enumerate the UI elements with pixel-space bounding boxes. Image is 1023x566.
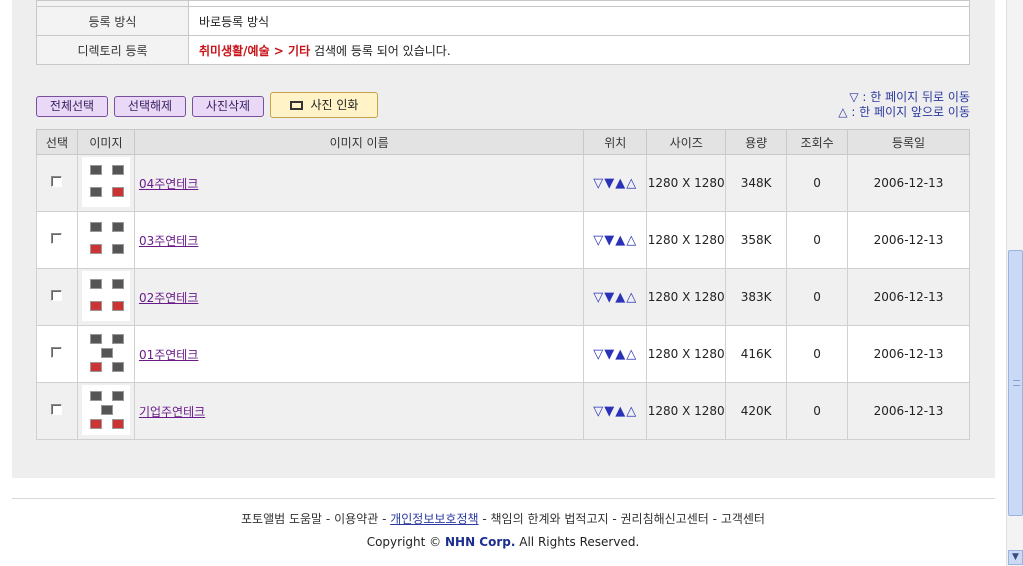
page-navigation-hint: ▽ : 한 페이지 뒤로 이동 △ : 한 페이지 앞으로 이동 — [838, 90, 970, 120]
film-icon — [289, 101, 303, 110]
footer-link-disclaimer[interactable]: 책임의 한계와 법적고지 — [491, 512, 609, 526]
photo-thumbnail[interactable] — [81, 270, 130, 321]
registration-info-table: 등록 방식 바로등록 방식 디렉토리 등록 취미생활/예술 > 기타 검색에 등… — [36, 0, 970, 65]
photo-views: 0 — [786, 268, 849, 326]
photo-views: 0 — [786, 154, 849, 212]
header-image-name: 이미지 이름 — [133, 129, 585, 155]
photo-size: 1280 X 1280 — [646, 382, 727, 440]
photo-thumbnail[interactable] — [81, 327, 130, 378]
photo-thumbnail[interactable] — [81, 156, 130, 207]
header-bytes: 용량 — [725, 129, 788, 155]
header-size: 사이즈 — [646, 129, 727, 155]
table-row: 03주연테크 ▽▼▲△ 1280 X 1280 358K 0 2006-12-1… — [36, 211, 970, 269]
table-row: 01주연테크 ▽▼▲△ 1280 X 1280 416K 0 2006-12-1… — [36, 325, 970, 383]
footer-link-help[interactable]: 포토앨범 도움말 — [241, 512, 322, 526]
row-checkbox[interactable] — [51, 233, 63, 244]
row-checkbox[interactable] — [51, 404, 63, 415]
header-select: 선택 — [36, 129, 78, 155]
footer-separator: - — [322, 512, 335, 526]
info-label-directory: 디렉토리 등록 — [36, 35, 189, 65]
info-value-registration-method: 바로등록 방식 — [188, 6, 970, 36]
footer-links: 포토앨범 도움말 - 이용약관 - 개인정보보호정책 - 책임의 한계와 법적고… — [0, 510, 1006, 527]
photo-bytes: 420K — [725, 382, 788, 440]
info-value-directory: 취미생활/예술 > 기타 검색에 등록 되어 있습니다. — [188, 35, 970, 65]
footer-separator: - — [708, 512, 721, 526]
photo-views: 0 — [786, 325, 849, 383]
table-row: 02주연테크 ▽▼▲△ 1280 X 1280 383K 0 2006-12-1… — [36, 268, 970, 326]
header-image: 이미지 — [76, 129, 135, 155]
vertical-scrollbar[interactable]: ▼ — [1006, 0, 1023, 566]
page: 등록 방식 바로등록 방식 디렉토리 등록 취미생활/예술 > 기타 검색에 등… — [0, 0, 1006, 566]
photo-bytes: 416K — [725, 325, 788, 383]
photo-name-link[interactable]: 03주연테크 — [139, 234, 198, 248]
photo-views: 0 — [786, 382, 849, 440]
hint-back: ▽ : 한 페이지 뒤로 이동 — [849, 90, 970, 104]
photo-name-link[interactable]: 04주연테크 — [139, 177, 198, 191]
photo-date: 2006-12-13 — [847, 211, 970, 269]
row-checkbox[interactable] — [51, 176, 63, 187]
photo-date: 2006-12-13 — [847, 325, 970, 383]
photo-bytes: 383K — [725, 268, 788, 326]
photo-thumbnail[interactable] — [81, 384, 130, 435]
grip-icon — [1013, 380, 1020, 386]
hint-forward: △ : 한 페이지 앞으로 이동 — [838, 105, 970, 119]
position-arrows[interactable]: ▽▼▲△ — [593, 290, 637, 305]
photo-size: 1280 X 1280 — [646, 154, 727, 212]
row-checkbox[interactable] — [51, 347, 63, 358]
photo-list-table: 선택 이미지 이미지 이름 위치 사이즈 용량 조회수 등록일 04주연테크 ▽… — [36, 129, 970, 440]
print-photo-label: 사진 인화 — [310, 98, 359, 112]
photo-name-link[interactable]: 02주연테크 — [139, 291, 198, 305]
photo-thumbnail[interactable] — [81, 213, 130, 264]
copyright-rights: All Rights Reserved. — [519, 535, 640, 549]
footer-link-terms[interactable]: 이용약관 — [334, 512, 378, 526]
photo-views: 0 — [786, 211, 849, 269]
info-label-registration-method: 등록 방식 — [36, 6, 189, 36]
photo-size: 1280 X 1280 — [646, 268, 727, 326]
footer-link-rights-report[interactable]: 권리침해신고센터 — [621, 512, 709, 526]
copyright-prefix: Copyright © — [366, 535, 442, 549]
company-name[interactable]: NHN Corp. — [445, 535, 515, 549]
photo-size: 1280 X 1280 — [646, 211, 727, 269]
photo-size: 1280 X 1280 — [646, 325, 727, 383]
directory-suffix: 검색에 등록 되어 있습니다. — [310, 43, 451, 58]
footer-link-support[interactable]: 고객센터 — [721, 512, 765, 526]
footer-separator: - — [378, 512, 391, 526]
photo-name-link[interactable]: 기업주연테크 — [139, 405, 205, 419]
row-checkbox[interactable] — [51, 290, 63, 301]
photo-name-link[interactable]: 01주연테크 — [139, 348, 198, 362]
table-header-row: 선택 이미지 이미지 이름 위치 사이즈 용량 조회수 등록일 — [36, 129, 970, 155]
photo-date: 2006-12-13 — [847, 382, 970, 440]
position-arrows[interactable]: ▽▼▲△ — [593, 233, 637, 248]
select-all-button[interactable]: 전체선택 — [36, 96, 108, 117]
scroll-down-arrow-icon[interactable]: ▼ — [1008, 550, 1023, 565]
table-row: 04주연테크 ▽▼▲△ 1280 X 1280 348K 0 2006-12-1… — [36, 154, 970, 212]
table-row: 기업주연테크 ▽▼▲△ 1280 X 1280 420K 0 2006-12-1… — [36, 382, 970, 440]
directory-category: 취미생활/예술 > 기타 — [199, 43, 311, 58]
position-arrows[interactable]: ▽▼▲△ — [593, 404, 637, 419]
footer-separator: - — [478, 512, 491, 526]
position-arrows[interactable]: ▽▼▲△ — [593, 347, 637, 362]
deselect-button[interactable]: 선택해제 — [114, 96, 186, 117]
scrollbar-thumb[interactable] — [1008, 250, 1023, 516]
photo-date: 2006-12-13 — [847, 154, 970, 212]
delete-photo-button[interactable]: 사진삭제 — [192, 96, 264, 117]
footer-link-privacy[interactable]: 개인정보보호정책 — [390, 512, 478, 526]
header-views: 조회수 — [786, 129, 849, 155]
photo-bytes: 358K — [725, 211, 788, 269]
header-date: 등록일 — [847, 129, 970, 155]
copyright: Copyright © NHN Corp. All Rights Reserve… — [0, 535, 1006, 549]
footer-divider — [12, 498, 995, 499]
position-arrows[interactable]: ▽▼▲△ — [593, 176, 637, 191]
photo-bytes: 348K — [725, 154, 788, 212]
photo-date: 2006-12-13 — [847, 268, 970, 326]
print-photo-button[interactable]: 사진 인화 — [270, 92, 378, 118]
header-position: 위치 — [583, 129, 648, 155]
footer-separator: - — [608, 512, 621, 526]
